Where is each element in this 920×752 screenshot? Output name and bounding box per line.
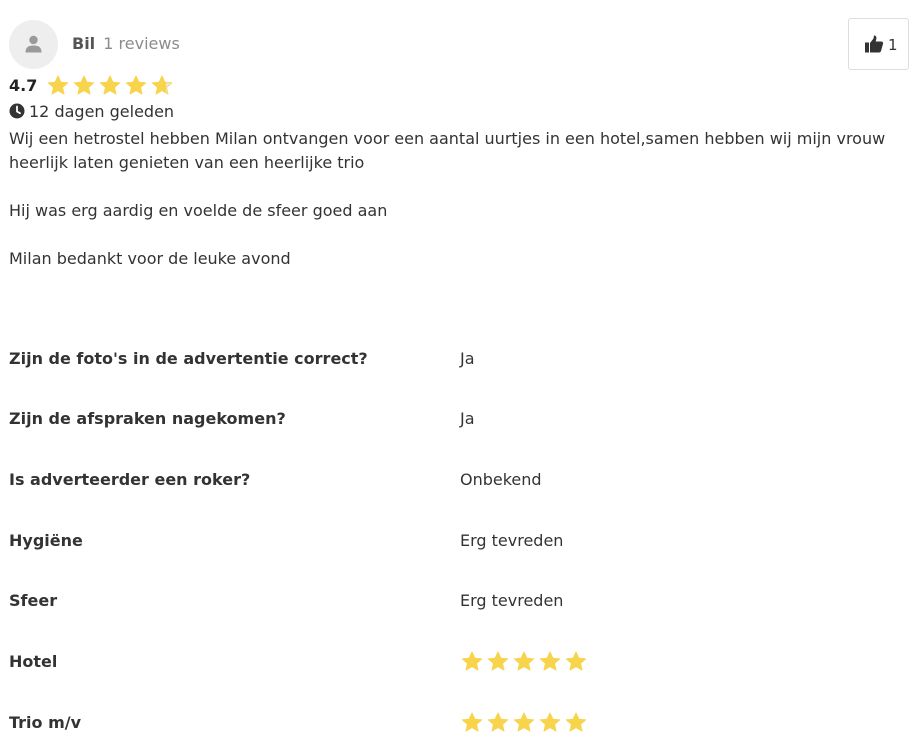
- like-button[interactable]: 1: [848, 18, 909, 70]
- user-icon: [25, 35, 42, 53]
- star-full-icon: [565, 712, 587, 732]
- star-full-icon: [487, 712, 509, 732]
- review-time-text: 12 dagen geleden: [29, 102, 175, 121]
- question-answer: Erg tevreden: [460, 591, 564, 610]
- review-card: Bil 1 reviews 1 4.7 12 dagen geleden Wij…: [0, 0, 920, 752]
- question-answer: Onbekend: [460, 470, 542, 489]
- question-row-hygiene: Hygiëne Erg tevreden: [9, 529, 904, 553]
- star-full-icon: [513, 712, 535, 732]
- review-time: 12 dagen geleden: [9, 101, 174, 123]
- avatar: [9, 20, 58, 69]
- review-body: Wij een hetrostel hebben Milan ontvangen…: [9, 127, 904, 295]
- question-label: Hotel: [9, 652, 58, 671]
- question-row-agreements: Zijn de afspraken nagekomen? Ja: [9, 407, 904, 431]
- reviewer-info: Bil 1 reviews: [72, 33, 180, 55]
- question-answer: Erg tevreden: [460, 531, 564, 550]
- question-stars: [460, 711, 588, 735]
- star-full-icon: [125, 75, 147, 95]
- question-row-atmosphere: Sfeer Erg tevreden: [9, 589, 904, 613]
- question-row-smoker: Is adverteerder een roker? Onbekend: [9, 468, 904, 492]
- star-full-icon: [461, 712, 483, 732]
- question-row-photos: Zijn de foto's in de advertentie correct…: [9, 347, 904, 371]
- question-label: Is adverteerder een roker?: [9, 470, 251, 489]
- star-full-icon: [513, 651, 535, 671]
- question-answer: Ja: [460, 409, 475, 428]
- star-full-icon: [73, 75, 95, 95]
- rating-stars: [46, 74, 174, 98]
- question-label: Zijn de afspraken nagekomen?: [9, 409, 286, 428]
- question-row-trio: Trio m/v: [9, 711, 904, 735]
- review-paragraph: Wij een hetrostel hebben Milan ontvangen…: [9, 129, 886, 172]
- star-full-icon: [99, 75, 121, 95]
- like-count: 1: [888, 36, 898, 54]
- rating-score: 4.7: [9, 76, 38, 95]
- clock-icon: [9, 103, 25, 119]
- star-full-icon: [47, 75, 69, 95]
- thumbs-up-icon: [865, 35, 884, 53]
- star-partial-icon: [151, 75, 173, 95]
- review-paragraph: Milan bedankt voor de leuke avond: [9, 249, 291, 268]
- question-label: Zijn de foto's in de advertentie correct…: [9, 349, 368, 368]
- question-stars: [460, 650, 588, 674]
- star-full-icon: [565, 651, 587, 671]
- reviewer-review-count: 1 reviews: [103, 34, 180, 53]
- review-paragraph: Hij was erg aardig en voelde de sfeer go…: [9, 201, 388, 220]
- question-answer: Ja: [460, 349, 475, 368]
- question-label: Hygiëne: [9, 531, 83, 550]
- star-full-icon: [461, 651, 483, 671]
- star-full-icon: [539, 651, 561, 671]
- star-full-icon: [487, 651, 509, 671]
- question-label: Sfeer: [9, 591, 58, 610]
- question-label: Trio m/v: [9, 713, 82, 732]
- reviewer-name[interactable]: Bil: [72, 34, 95, 53]
- question-row-hotel: Hotel: [9, 650, 904, 674]
- star-full-icon: [539, 712, 561, 732]
